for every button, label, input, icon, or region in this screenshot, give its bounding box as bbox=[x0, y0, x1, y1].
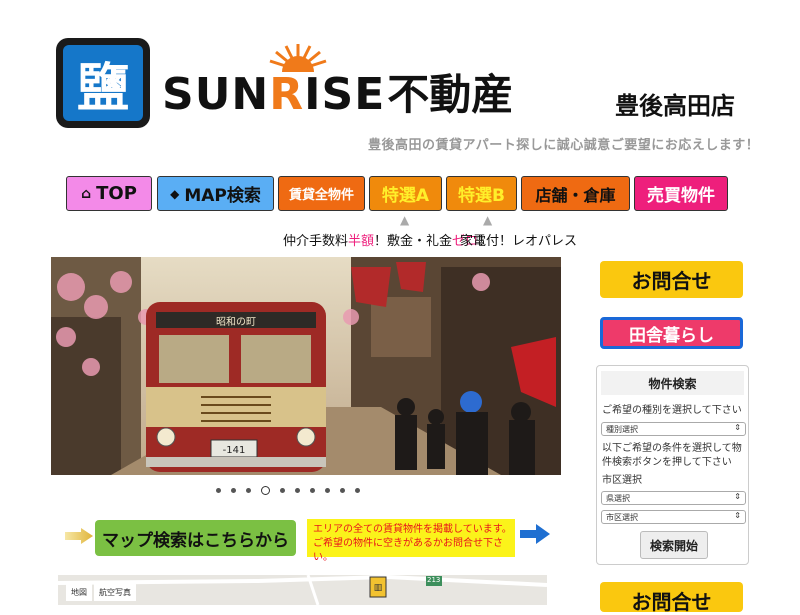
nav-top-label: TOP bbox=[96, 183, 137, 204]
nav-special-a-button[interactable]: 特選A bbox=[369, 176, 442, 211]
contact-button-bottom[interactable]: お問合せ bbox=[600, 582, 743, 614]
branch-name: 豊後高田店 bbox=[615, 92, 735, 120]
slider-dot-active[interactable] bbox=[261, 486, 270, 495]
nav-all-rentals-button[interactable]: 賃貸全物件 bbox=[278, 176, 365, 211]
contact-button[interactable]: お問合せ bbox=[600, 261, 743, 298]
city-select[interactable]: 市区選択 ⇕ bbox=[601, 510, 746, 524]
map-note-line1: エリアの全ての賃貸物件を掲載しています。 bbox=[313, 524, 512, 535]
nav-top-button[interactable]: ⌂ TOP bbox=[66, 176, 152, 211]
bus-destination-sign: 昭和の町 bbox=[216, 316, 256, 328]
arrow-right-icon bbox=[520, 524, 550, 544]
brand-sun: SUN bbox=[162, 69, 270, 120]
note-a-pre: 仲介手数料 bbox=[283, 234, 349, 249]
arrow-up-icon: ▲ bbox=[400, 213, 410, 227]
map-search-button[interactable]: マップ検索はこちらから bbox=[95, 520, 296, 556]
slider-pagination[interactable] bbox=[216, 486, 360, 495]
countryside-living-button[interactable]: 田舎暮らし bbox=[600, 317, 743, 349]
tagline: 豊後高田の賃貸アパート探しに誠心誠意ご要望にお応えします！ bbox=[368, 138, 760, 153]
nav-shop-warehouse-button[interactable]: 店舗・倉庫 bbox=[521, 176, 630, 211]
slider-dot[interactable] bbox=[310, 488, 315, 493]
note-a-mid: ！敷金・礼金 bbox=[374, 234, 453, 249]
brand-r: R bbox=[269, 69, 305, 120]
select-arrows-icon: ⇕ bbox=[734, 423, 741, 432]
hero-slider[interactable]: 昭和の町 -141 bbox=[51, 257, 561, 475]
city-select-value: 市区選択 bbox=[606, 512, 638, 522]
prefecture-select-value: 県選択 bbox=[606, 493, 630, 503]
search-start-button[interactable]: 検索開始 bbox=[640, 531, 708, 559]
slider-dot[interactable] bbox=[295, 488, 300, 493]
slider-dot[interactable] bbox=[340, 488, 345, 493]
map-tab-map[interactable]: 地図 bbox=[66, 584, 92, 601]
slider-dot[interactable] bbox=[216, 488, 221, 493]
map-marker-icon: ▥ bbox=[374, 583, 383, 593]
slider-dot[interactable] bbox=[355, 488, 360, 493]
type-select[interactable]: 種別選択 ⇕ bbox=[601, 422, 746, 436]
brand-latin: SUNRISE bbox=[162, 70, 385, 120]
bus-plate: -141 bbox=[223, 445, 246, 456]
prefecture-select[interactable]: 県選択 ⇕ bbox=[601, 491, 746, 505]
slider-dot[interactable] bbox=[325, 488, 330, 493]
area-label: 市区選択 bbox=[602, 475, 642, 486]
special-b-note: 家電付！レオパレス bbox=[460, 234, 578, 249]
search-help-text: 以下ご希望の条件を選択して物件検索ボタンを押して下さい bbox=[602, 443, 742, 468]
map-pin-icon: ◆ bbox=[170, 186, 180, 201]
street-bus-photo: 昭和の町 -141 bbox=[51, 257, 561, 475]
type-select-value: 種別選択 bbox=[606, 424, 638, 434]
slider-dot[interactable] bbox=[246, 488, 251, 493]
brand-fudosan: 不動産 bbox=[387, 70, 514, 119]
select-arrows-icon: ⇕ bbox=[734, 492, 741, 501]
type-label: ご希望の種別を選択して下さい bbox=[602, 405, 742, 416]
nav-map-search-button[interactable]: ◆ MAP検索 bbox=[157, 176, 274, 211]
note-a-half: 半額 bbox=[348, 234, 375, 249]
map-note-line2: ご希望の物件に空きがあるかお問合せ下さい。 bbox=[313, 538, 503, 563]
arrow-right-icon bbox=[65, 528, 93, 544]
slider-dot[interactable] bbox=[280, 488, 285, 493]
logo-badge[interactable]: 鹽 bbox=[56, 38, 150, 128]
nav-for-sale-button[interactable]: 売買物件 bbox=[634, 176, 728, 211]
road-number: 213 bbox=[427, 576, 441, 584]
map-search-note: エリアの全ての賃貸物件を掲載しています。 ご希望の物件に空きがあるかお問合せ下さ… bbox=[307, 519, 515, 563]
brand-ise: ISE bbox=[304, 69, 386, 120]
map-tab-aerial[interactable]: 航空写真 bbox=[94, 584, 136, 601]
select-arrows-icon: ⇕ bbox=[734, 511, 741, 520]
arrow-up-icon: ▲ bbox=[483, 213, 493, 227]
map-preview[interactable]: ▥ 213 地図 航空写真 bbox=[58, 575, 547, 605]
property-search-title: 物件検索 bbox=[601, 371, 744, 395]
logo-kanji: 鹽 bbox=[63, 45, 143, 121]
property-search-panel: 物件検索 ご希望の種別を選択して下さい 種別選択 ⇕ 以下ご希望の条件を選択して… bbox=[596, 365, 749, 565]
slider-dot[interactable] bbox=[231, 488, 236, 493]
home-icon: ⌂ bbox=[81, 185, 92, 202]
brand-name[interactable]: SUNRISE 不動産 bbox=[162, 60, 513, 120]
nav-special-b-button[interactable]: 特選B bbox=[446, 176, 517, 211]
nav-map-label: MAP検索 bbox=[184, 186, 261, 206]
